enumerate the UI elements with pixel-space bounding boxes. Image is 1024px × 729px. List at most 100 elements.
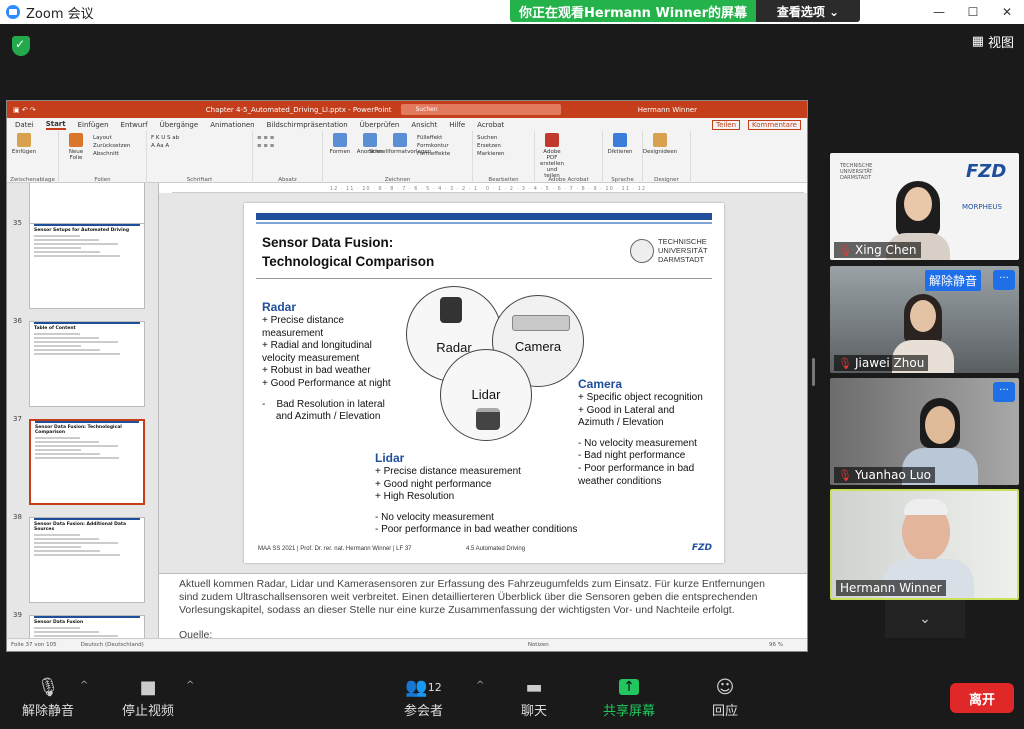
- lidar-circle-label: Lidar: [471, 387, 501, 402]
- ribbon-group-label: Zeichnen: [384, 177, 411, 183]
- participant-more-button[interactable]: ···: [993, 382, 1015, 402]
- participant-tile-yuanhao-luo[interactable]: ··· 🎙 Yuanhao Luo: [830, 378, 1019, 485]
- ppt-menu-item[interactable]: Ansicht: [411, 121, 437, 129]
- ribbon-small-button[interactable]: Formeffekte: [417, 151, 450, 157]
- ppt-menu-item[interactable]: Übergänge: [160, 121, 199, 129]
- participant-name-tag: 🎙 Xing Chen: [834, 242, 921, 258]
- ppt-share-comment-button[interactable]: Kommentare: [748, 119, 801, 130]
- ppt-menu-item[interactable]: Start: [45, 120, 66, 130]
- ribbon-small-button[interactable]: Markieren: [477, 151, 504, 157]
- ribbon-small-buttons: Layout Zurücksetzen Abschnitt: [93, 133, 130, 181]
- ppt-menu-item[interactable]: Einfügen: [78, 121, 109, 129]
- stop-video-button[interactable]: ■ 停止视频: [122, 674, 174, 720]
- logo-line: TECHNISCHE: [658, 237, 707, 246]
- ppt-ruler: 12 · 11 · 10 · 9 · 8 · 7 · 6 · 5 · 4 · 3…: [172, 185, 804, 193]
- thumb-header-bar: [34, 616, 140, 618]
- slide-thumbnail[interactable]: Sensor Data Fusion: Technological Compar…: [29, 419, 145, 505]
- ribbon-button[interactable]: Einfügen: [11, 133, 37, 181]
- participant-tile-jiawei-zhou[interactable]: 解除静音 ··· 🎙 Jiawei Zhou: [830, 266, 1019, 373]
- notes-text: Aktuell kommen Radar, Lidar und Kamerase…: [179, 578, 765, 616]
- thumb-text-line: [34, 353, 120, 355]
- ribbon-small-button[interactable]: Layout: [93, 135, 130, 141]
- thumb-text-line: [34, 251, 101, 253]
- ppt-menu-item[interactable]: Entwurf: [121, 121, 148, 129]
- ribbon-button[interactable]: Anordnen: [357, 133, 383, 181]
- security-shield-icon[interactable]: [12, 36, 30, 56]
- ribbon-button[interactable]: Schnellformatvorlagen: [369, 133, 431, 181]
- reactions-button[interactable]: ☺ 回应: [712, 674, 738, 720]
- ppt-menu-item[interactable]: Hilfe: [449, 121, 465, 129]
- ribbon-button[interactable]: Formen: [327, 133, 353, 181]
- share-screen-button[interactable]: ↑ 共享屏幕: [603, 674, 655, 719]
- slide-thumbnail[interactable]: Sensor Setups for Automated Driving: [29, 223, 145, 309]
- leave-meeting-button[interactable]: 离开: [950, 683, 1014, 713]
- slide-thumbnail[interactable]: Sensor Data Fusion: Additional Data Sour…: [29, 517, 145, 603]
- ribbon-small-buttons: F K U S ab A Aa A: [151, 133, 179, 181]
- zoom-window: Zoom 会议 — ☐ ✕ 你正在观看Hermann Winner的屏幕 查看选…: [0, 0, 1024, 729]
- ppt-menu-item[interactable]: Datei: [15, 121, 34, 129]
- chevron-up-icon[interactable]: ^: [476, 680, 484, 691]
- slide-thumbnail-pane: 35 Sensor Setups for Automated Driving 36 T…: [7, 183, 159, 638]
- view-button[interactable]: ▦ 视图: [972, 32, 1014, 51]
- ribbon-small-button[interactable]: Suchen: [477, 135, 504, 141]
- ribbon-small-button[interactable]: Ersetzen: [477, 143, 504, 149]
- ribbon-button[interactable]: Designideen: [643, 133, 677, 181]
- ppt-share-comment-button[interactable]: Teilen: [711, 119, 741, 130]
- thumb-text-line: [35, 449, 81, 451]
- participant-tile-xing-chen[interactable]: TECHNISCHE UNIVERSITÄT DARMSTADT FZD MOR…: [830, 153, 1019, 260]
- slide-thumbnail[interactable]: Table of Content: [29, 321, 145, 407]
- view-options-button[interactable]: 查看选项 ⌄: [756, 0, 860, 22]
- thumb-text-line: [34, 247, 81, 249]
- ribbon-small-button[interactable]: F K U S ab: [151, 135, 179, 141]
- ribbon-small-button[interactable]: Zurücksetzen: [93, 143, 130, 149]
- participants-button[interactable]: 👥 12 参会者: [404, 674, 443, 720]
- unmute-button[interactable]: 🎙 解除静音: [22, 674, 75, 720]
- minimize-icon[interactable]: —: [922, 0, 956, 24]
- participant-more-button[interactable]: ···: [993, 270, 1015, 290]
- radar-pro-item: + Radial and longitudinal: [262, 340, 372, 352]
- close-icon[interactable]: ✕: [990, 0, 1024, 24]
- ribbon-small-button[interactable]: ≡ ≡ ≡: [257, 135, 274, 141]
- participant-name: Hermann Winner: [840, 581, 942, 595]
- ppt-menu-item[interactable]: Animationen: [210, 121, 254, 129]
- chevron-up-icon[interactable]: ^: [80, 680, 88, 691]
- ribbon-small-button[interactable]: ≡ ≡ ≡: [257, 143, 274, 149]
- participant-tile-hermann-winner[interactable]: Hermann Winner: [830, 489, 1019, 600]
- thumb-text-line: [35, 457, 119, 459]
- thumb-text-line: [34, 243, 119, 245]
- ribbon-small-button[interactable]: A Aa A: [151, 143, 179, 149]
- share-banner-message: 你正在观看Hermann Winner的屏幕: [510, 0, 756, 22]
- ribbon-small-button[interactable]: Fülleffekt: [417, 135, 450, 141]
- ribbon-small-buttons: Fülleffekt Formkontur Formeffekte: [417, 133, 450, 181]
- lidar-section: Lidar + Precise distance measurement + Goo…: [375, 451, 577, 537]
- meeting-toolbar: 🎙 解除静音 ^ ■ 停止视频 ^ 👥 12 参会者 ^ ▬ 聊天 ↑ 共享屏幕…: [0, 668, 1024, 729]
- ribbon-button[interactable]: Adobe PDF erstellen und teilen: [539, 133, 565, 181]
- radar-con-item: and Azimuth / Elevation: [262, 411, 381, 423]
- tu-logo-text: TECHNISCHE UNIVERSITÄT DARMSTADT: [658, 237, 708, 264]
- thumb-text-line: [34, 239, 99, 241]
- chevron-up-icon[interactable]: ^: [186, 680, 194, 691]
- thumb-text-line: [34, 546, 81, 548]
- ppt-menu-item[interactable]: Überprüfen: [360, 121, 400, 129]
- radar-sensor-icon: [440, 297, 462, 323]
- window-title: Zoom 会议: [26, 6, 94, 22]
- radar-pro-item: measurement: [262, 327, 324, 339]
- scroll-down-button[interactable]: ⌄: [885, 600, 965, 638]
- chat-button[interactable]: ▬ 聊天: [521, 674, 547, 720]
- ppt-menu-item[interactable]: Acrobat: [477, 121, 504, 129]
- ribbon-small-buttons: ≡ ≡ ≡ ≡ ≡ ≡: [257, 133, 274, 181]
- participant-face: [904, 187, 932, 221]
- gallery-resize-handle[interactable]: [812, 358, 815, 386]
- ppt-menu-item[interactable]: Bildschirmpräsentation: [267, 121, 348, 129]
- camera-pro-item: + Good in Lateral and: [578, 404, 675, 416]
- ribbon-small-button[interactable]: Formkontur: [417, 143, 450, 149]
- ribbon-small-button[interactable]: Abschnitt: [93, 151, 130, 157]
- participant-unmute-button[interactable]: 解除静音: [925, 270, 982, 291]
- ribbon-button-label: Designideen: [642, 149, 678, 155]
- ribbon-button[interactable]: Diktieren: [607, 133, 633, 181]
- slide-thumbnail[interactable]: Sensor Data Fusion: [29, 615, 145, 638]
- unmute-label: 解除静音: [22, 704, 75, 719]
- ribbon-button[interactable]: Neue Folie: [63, 133, 89, 181]
- maximize-icon[interactable]: ☐: [956, 0, 990, 24]
- save-icon: ▣ ↶ ↷: [13, 105, 36, 114]
